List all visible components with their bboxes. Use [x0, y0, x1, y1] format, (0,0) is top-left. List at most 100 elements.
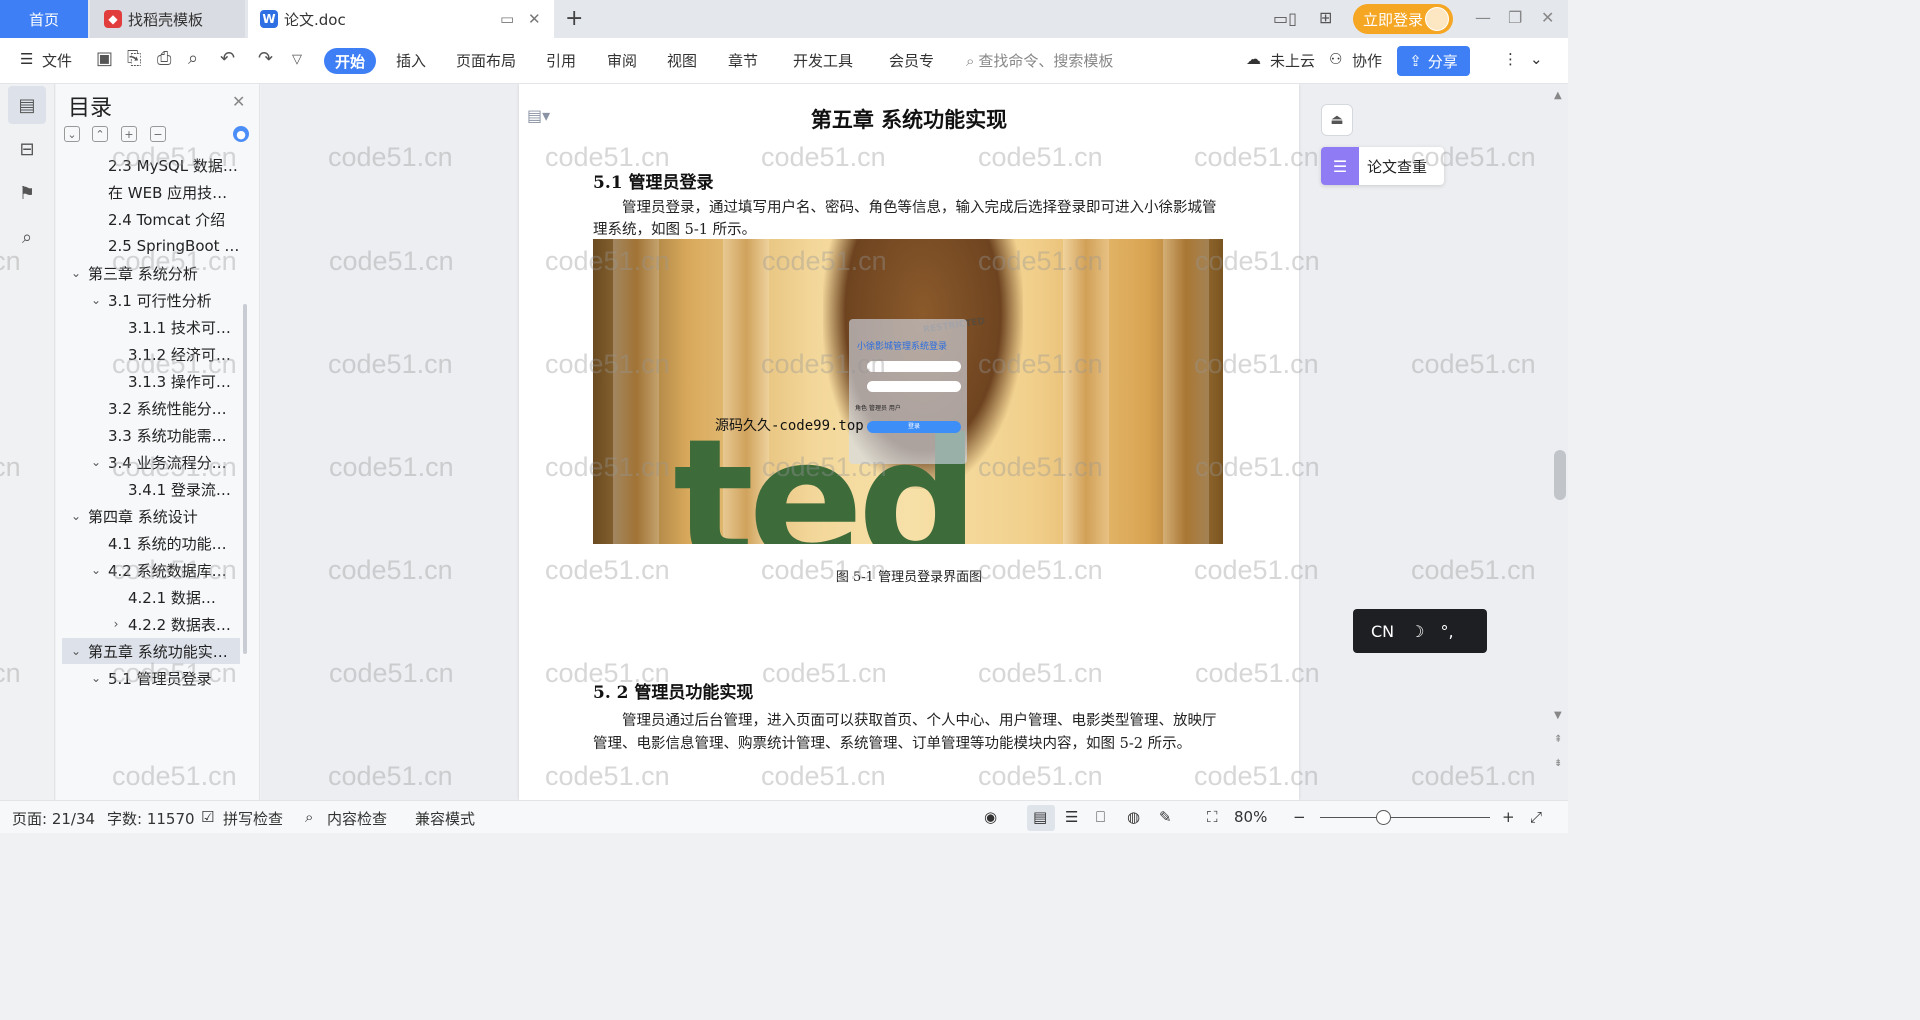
- page-indicator[interactable]: 页面: 21/34: [12, 808, 95, 829]
- punctuation-icon[interactable]: °,: [1440, 622, 1453, 641]
- document-scrollbar[interactable]: ▲ ▼ ⇞ ⇟: [1552, 84, 1568, 800]
- chevron-down-icon[interactable]: ⌄: [68, 644, 84, 658]
- toc-scrollbar[interactable]: [243, 304, 247, 654]
- tab-template[interactable]: ◆ 找稻壳模板: [90, 0, 245, 38]
- fit-page-icon[interactable]: ⛶: [1207, 808, 1218, 826]
- remove-heading-icon[interactable]: −: [150, 126, 166, 142]
- toc-item[interactable]: 3.3 系统功能需…: [56, 422, 242, 448]
- toc-item[interactable]: 3.1.3 操作可…: [56, 368, 242, 394]
- collab-button[interactable]: 协作: [1352, 50, 1382, 71]
- toc-item[interactable]: 2.5 SpringBoot …: [56, 233, 242, 259]
- document-page[interactable]: ▤▾ 第五章 系统功能实现 5.1 管理员登录 管理员登录，通过填写用户名、密码…: [519, 84, 1299, 800]
- chevron-down-icon[interactable]: ⌄: [68, 509, 84, 523]
- chevron-down-icon[interactable]: ⌄: [88, 455, 104, 469]
- scroll-up-arrow-icon[interactable]: ▲: [1554, 90, 1562, 101]
- reading-view-icon[interactable]: ⎕: [1096, 808, 1105, 826]
- toc-item[interactable]: 4.1 系统的功能…: [56, 530, 242, 556]
- toc-item[interactable]: ⌄ 第三章 系统分析: [56, 260, 242, 286]
- menu-developer[interactable]: 开发工具: [793, 50, 853, 71]
- collapse-ribbon-icon[interactable]: ⌄: [1530, 50, 1543, 68]
- prev-page-icon[interactable]: ⇞: [1554, 734, 1562, 745]
- toc-item[interactable]: 3.1.1 技术可…: [56, 314, 242, 340]
- close-tab-icon[interactable]: ✕: [528, 10, 541, 28]
- share-button[interactable]: ⇪ 分享: [1397, 46, 1470, 76]
- web-view-icon[interactable]: ◍: [1127, 808, 1140, 826]
- find-icon[interactable]: ⌕: [8, 218, 46, 256]
- menu-file[interactable]: 文件: [42, 50, 72, 71]
- hamburger-icon[interactable]: ☰: [20, 50, 33, 68]
- apps-grid-icon[interactable]: ⊞: [1319, 8, 1332, 27]
- menu-view[interactable]: 视图: [667, 50, 697, 71]
- zoom-slider-knob[interactable]: [1376, 810, 1391, 825]
- toc-item[interactable]: ⌄ 第四章 系统设计: [56, 503, 242, 529]
- toc-item[interactable]: ⌄ 5.1 管理员登录: [56, 665, 242, 691]
- login-button[interactable]: 立即登录: [1353, 4, 1453, 34]
- eye-protection-icon[interactable]: ◉: [984, 808, 997, 826]
- page-view-icon[interactable]: ▤: [1033, 808, 1047, 826]
- bookmark-icon[interactable]: ⚑: [8, 174, 46, 212]
- write-mode-icon[interactable]: ✎: [1159, 808, 1172, 826]
- close-icon[interactable]: ✕: [232, 92, 245, 111]
- toc-item[interactable]: › 4.2.2 数据表…: [56, 611, 242, 637]
- fullscreen-icon[interactable]: ⤢: [1530, 808, 1542, 826]
- smart-toc-icon[interactable]: ●: [233, 126, 249, 142]
- menu-page-layout[interactable]: 页面布局: [456, 50, 516, 71]
- save-icon[interactable]: ▣: [96, 48, 113, 69]
- moon-icon[interactable]: ☽: [1410, 622, 1424, 641]
- spell-check-button[interactable]: 拼写检查: [223, 808, 283, 829]
- redo-icon[interactable]: ↷: [258, 48, 273, 69]
- ime-toolbar[interactable]: CN ☽ °,: [1353, 609, 1487, 653]
- toc-item[interactable]: 在 WEB 应用技…: [56, 179, 242, 205]
- tab-document[interactable]: W 论文.doc ▭ ✕: [248, 0, 554, 38]
- toc-item[interactable]: 4.2.1 数据…: [56, 584, 242, 610]
- toc-item[interactable]: 3.4.1 登录流…: [56, 476, 242, 502]
- zoom-slider-track[interactable]: [1320, 817, 1490, 818]
- toc-item[interactable]: ⌄ 3.1 可行性分析: [56, 287, 242, 313]
- collapse-all-icon[interactable]: ⌃: [92, 126, 108, 142]
- menu-review[interactable]: 审阅: [607, 50, 637, 71]
- close-window-icon[interactable]: ✕: [1541, 8, 1554, 27]
- restore-icon[interactable]: ❐: [1508, 8, 1522, 27]
- toc-item[interactable]: ⌄ 第五章 系统功能实…: [62, 638, 240, 664]
- chevron-down-icon[interactable]: ⌄: [88, 671, 104, 685]
- toc-item[interactable]: 2.4 Tomcat 介绍: [56, 206, 242, 232]
- cloud-status[interactable]: 未上云: [1270, 50, 1315, 71]
- layout-toggle-icon[interactable]: ▭▯: [1273, 9, 1297, 28]
- undo-icon[interactable]: ↶: [220, 48, 235, 69]
- next-page-icon[interactable]: ⇟: [1554, 758, 1562, 769]
- toc-item[interactable]: 2.3 MySQL 数据…: [56, 152, 242, 178]
- toc-item[interactable]: ⌄ 4.2 系统数据库…: [56, 557, 242, 583]
- navigation-icon[interactable]: ⊟: [8, 130, 46, 168]
- more-icon[interactable]: ⋮: [1503, 50, 1518, 68]
- outline-view-icon[interactable]: ☰: [1065, 808, 1078, 826]
- toc-item[interactable]: 3.2 系统性能分…: [56, 395, 242, 421]
- command-search[interactable]: ⌕ 查找命令、搜索模板: [966, 50, 1113, 71]
- zoom-in-icon[interactable]: +: [1502, 808, 1515, 826]
- toc-item[interactable]: 3.1.2 经济可…: [56, 341, 242, 367]
- menu-chapter[interactable]: 章节: [728, 50, 758, 71]
- minimize-icon[interactable]: —: [1475, 8, 1491, 27]
- ime-lang-toggle[interactable]: CN: [1371, 622, 1394, 641]
- print-icon[interactable]: ⎙: [157, 48, 171, 69]
- chevron-right-icon[interactable]: ›: [108, 617, 124, 631]
- add-heading-icon[interactable]: +: [121, 126, 137, 142]
- export-icon[interactable]: ⎘: [127, 48, 141, 69]
- menu-member[interactable]: 会员专: [889, 50, 937, 71]
- screen-icon[interactable]: ▭: [500, 10, 514, 28]
- toc-panel-icon[interactable]: ▤: [8, 86, 46, 124]
- expand-all-icon[interactable]: ⌄: [64, 126, 80, 142]
- scroll-down-arrow-icon[interactable]: ▼: [1554, 710, 1562, 721]
- new-tab-icon[interactable]: +: [565, 6, 583, 31]
- toc-item[interactable]: ⌄ 3.4 业务流程分…: [56, 449, 242, 475]
- scrollbar-thumb[interactable]: [1554, 450, 1566, 500]
- chevron-down-icon[interactable]: ⌄: [88, 563, 104, 577]
- menu-references[interactable]: 引用: [546, 50, 576, 71]
- collapse-panel-icon[interactable]: ⏏: [1321, 104, 1353, 136]
- chevron-down-icon[interactable]: ⌄: [88, 293, 104, 307]
- quick-access-dropdown-icon[interactable]: ▽: [292, 52, 302, 67]
- chevron-down-icon[interactable]: ⌄: [68, 266, 84, 280]
- word-count[interactable]: 字数: 11570: [107, 808, 195, 829]
- plagiarism-check-button[interactable]: ☰ 论文查重: [1321, 147, 1444, 185]
- print-preview-icon[interactable]: ⌕: [188, 48, 198, 69]
- zoom-out-icon[interactable]: −: [1293, 808, 1306, 826]
